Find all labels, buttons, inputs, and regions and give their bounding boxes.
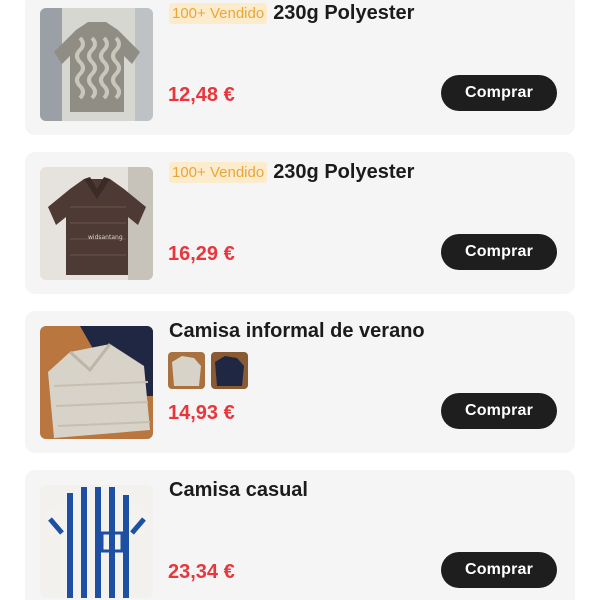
product-price: 12,48 € — [168, 84, 235, 106]
sold-badge: 100+ Vendido — [169, 162, 268, 183]
product-title[interactable]: 230g Polyester — [273, 2, 414, 25]
color-swatches — [168, 352, 248, 389]
buy-button[interactable]: Comprar — [441, 552, 557, 588]
title-row: Camisa casual — [169, 479, 559, 502]
product-title[interactable]: Camisa casual — [169, 479, 308, 502]
product-title[interactable]: 230g Polyester — [273, 161, 414, 184]
buy-button[interactable]: Comprar — [441, 75, 557, 111]
product-price: 14,93 € — [168, 402, 235, 424]
product-card[interactable]: 100+ Vendido 230g Polyester 12,48 € Comp… — [25, 0, 575, 135]
buy-button[interactable]: Comprar — [441, 234, 557, 270]
product-image[interactable]: widsantang — [40, 167, 153, 280]
product-list: 100+ Vendido 230g Polyester 12,48 € Comp… — [0, 0, 600, 600]
product-title[interactable]: Camisa informal de verano — [169, 320, 425, 343]
product-image[interactable] — [40, 326, 153, 439]
product-card[interactable]: Camisa informal de verano 14,93 € Compra… — [25, 311, 575, 453]
sold-badge: 100+ Vendido — [169, 3, 268, 24]
beige-swatch[interactable] — [168, 352, 205, 389]
product-card[interactable]: Camisa casual 23,34 € Comprar — [25, 470, 575, 600]
product-image[interactable] — [40, 8, 153, 121]
navy-swatch[interactable] — [211, 352, 248, 389]
title-row: 100+ Vendido 230g Polyester — [169, 161, 559, 184]
buy-button[interactable]: Comprar — [441, 393, 557, 429]
product-price: 16,29 € — [168, 243, 235, 265]
product-card[interactable]: widsantang 100+ Vendido 230g Polyester 1… — [25, 152, 575, 294]
product-image[interactable] — [40, 485, 153, 598]
title-row: 100+ Vendido 230g Polyester — [169, 2, 559, 25]
product-price: 23,34 € — [168, 561, 235, 583]
title-row: Camisa informal de verano — [169, 320, 559, 343]
svg-text:widsantang: widsantang — [88, 234, 123, 241]
